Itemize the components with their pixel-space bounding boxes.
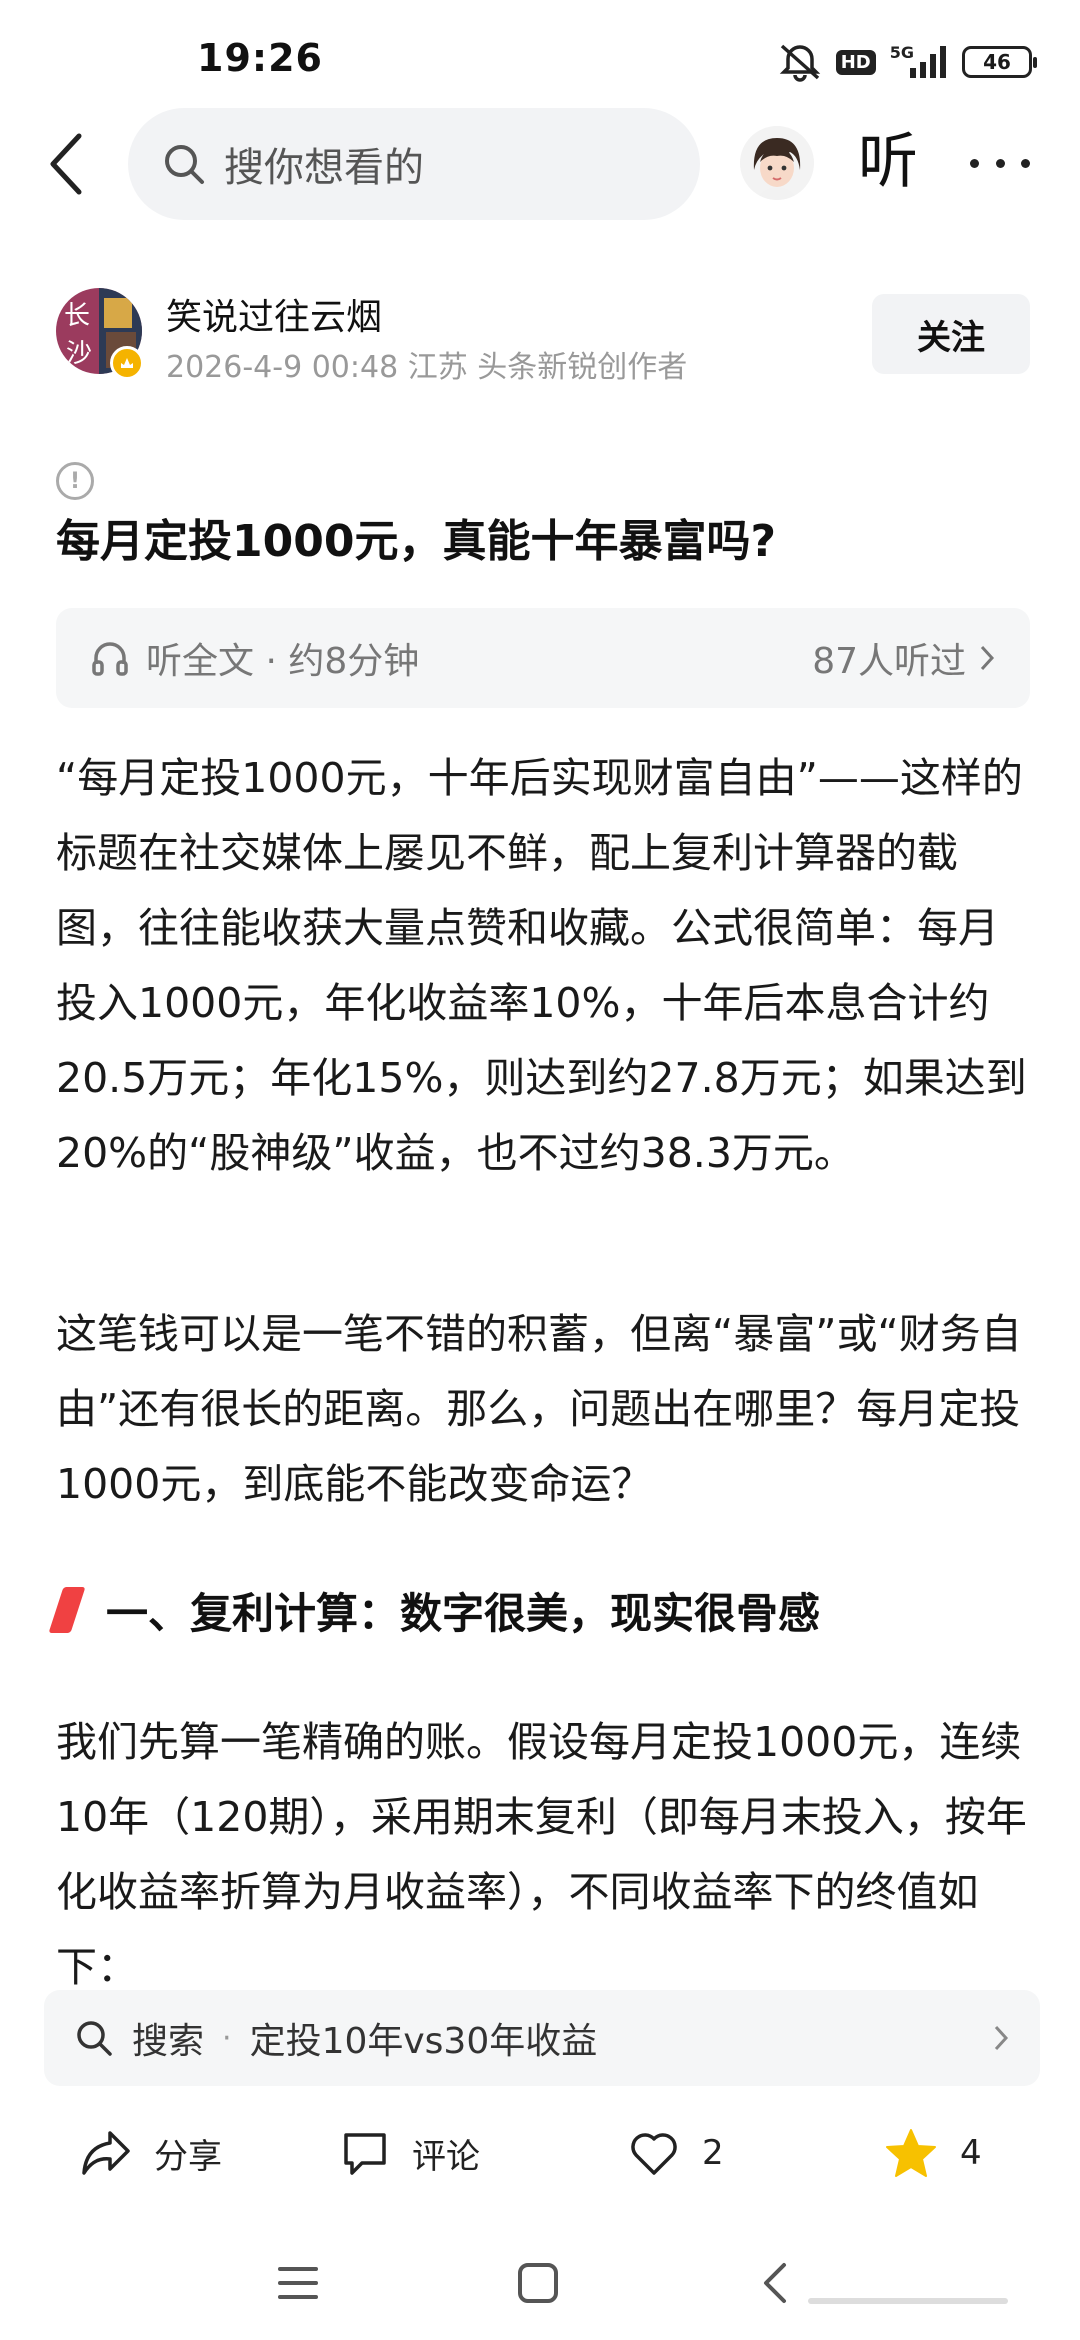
battery-indicator: 46 bbox=[962, 46, 1037, 78]
listen-text: 听全文 · 约8分钟 bbox=[146, 641, 420, 682]
like-count: 2 bbox=[702, 2133, 724, 2173]
search-placeholder: 搜你想看的 bbox=[224, 145, 424, 191]
menu-nav-button[interactable] bbox=[258, 2248, 338, 2318]
home-square-icon bbox=[518, 2263, 558, 2303]
search-input[interactable]: 搜你想看的 bbox=[128, 108, 700, 220]
author-meta: 2026-4-9 00:48 江苏 头条新锐创作者 bbox=[166, 350, 688, 385]
star-icon bbox=[886, 2129, 936, 2177]
chevron-right-icon bbox=[992, 1990, 1010, 2086]
comment-icon bbox=[344, 2133, 386, 2175]
article-title: 每月定投1000元，真能十年暴富吗? bbox=[56, 516, 776, 567]
listen-full-text-bar[interactable]: 听全文 · 约8分钟 87人听过 bbox=[56, 608, 1030, 708]
share-label: 分享 bbox=[154, 2136, 222, 2177]
back-arrow-icon bbox=[50, 133, 82, 195]
top-nav: 搜你想看的 听 bbox=[0, 100, 1080, 230]
related-search-content: 搜索 · 定投10年vs30年收益 bbox=[74, 1990, 597, 2086]
heart-icon bbox=[631, 2133, 677, 2175]
section-heading: 一、复利计算：数字很美，现实很骨感 bbox=[48, 1570, 821, 1650]
listen-button[interactable]: 听 bbox=[858, 124, 918, 200]
heading-marker-icon bbox=[48, 1587, 86, 1633]
section-heading-text: 一、复利计算：数字很美，现实很骨感 bbox=[106, 1588, 821, 1638]
listener-count: 87人听过 bbox=[812, 641, 966, 682]
share-button[interactable]: 分享 bbox=[80, 2108, 222, 2198]
favorite-count: 4 bbox=[960, 2133, 982, 2173]
related-search-prefix: 搜索 bbox=[132, 2021, 205, 2062]
status-icons: HD 5G 46 bbox=[778, 38, 1037, 86]
favorite-button[interactable]: 4 bbox=[884, 2108, 982, 2198]
share-icon bbox=[82, 2131, 130, 2175]
creator-badge-icon bbox=[110, 346, 144, 380]
status-time: 19:26 bbox=[197, 36, 323, 80]
assistant-avatar[interactable] bbox=[740, 126, 814, 200]
system-navigation-bar bbox=[0, 2230, 1080, 2340]
related-search-bar[interactable]: 搜索 · 定投10年vs30年收益 bbox=[44, 1990, 1040, 2086]
gesture-indicator bbox=[808, 2298, 1008, 2304]
like-button[interactable]: 2 bbox=[628, 2108, 724, 2198]
info-icon[interactable]: ! bbox=[56, 462, 94, 500]
related-search-query: 定投10年vs30年收益 bbox=[249, 2021, 598, 2062]
author-row: 长 沙 笑说过往云烟 2026-4-9 00:48 江苏 头条新锐创作者 关注 bbox=[0, 288, 1080, 385]
article-paragraph: 这笔钱可以是一笔不错的积蓄，但离“暴富”或“财务自由”还有很长的距离。那么，问题… bbox=[56, 1310, 1022, 1508]
signal-icon: 5G bbox=[889, 42, 948, 80]
back-button[interactable] bbox=[42, 126, 92, 202]
home-nav-button[interactable] bbox=[498, 2248, 578, 2318]
svg-text:长: 长 bbox=[64, 301, 90, 331]
article-action-bar: 分享 评论 2 4 bbox=[0, 2108, 1080, 2198]
back-nav-button[interactable] bbox=[735, 2248, 815, 2318]
comment-label: 评论 bbox=[412, 2136, 480, 2177]
search-icon bbox=[165, 145, 204, 184]
article-paragraph: “每月定投1000元，十年后实现财富自由”——这样的标题在社交媒体上屡见不鲜，配… bbox=[56, 754, 1027, 1177]
back-triangle-icon bbox=[764, 2263, 786, 2303]
hd-badge: HD bbox=[835, 49, 876, 75]
avatar-girl-icon bbox=[740, 126, 814, 200]
menu-icon bbox=[278, 2267, 318, 2299]
follow-button[interactable]: 关注 bbox=[872, 294, 1030, 374]
headphones-icon bbox=[92, 642, 128, 676]
network-label: 5G bbox=[889, 42, 914, 62]
author-name[interactable]: 笑说过往云烟 bbox=[166, 288, 382, 340]
chevron-right-icon bbox=[980, 645, 995, 671]
more-options-icon[interactable] bbox=[970, 138, 1030, 188]
svg-text:沙: 沙 bbox=[66, 339, 92, 369]
mute-alarm-icon bbox=[778, 42, 822, 82]
listen-left: 听全文 · 约8分钟 bbox=[90, 608, 419, 708]
comment-button[interactable]: 评论 bbox=[340, 2108, 480, 2198]
article-paragraph: 我们先算一笔精确的账。假设每月定投1000元，连续10年（120期），采用期末复… bbox=[56, 1718, 1027, 1991]
related-search-separator: · bbox=[222, 2020, 232, 2056]
listen-right: 87人听过 bbox=[812, 608, 996, 708]
search-icon bbox=[77, 2021, 112, 2056]
